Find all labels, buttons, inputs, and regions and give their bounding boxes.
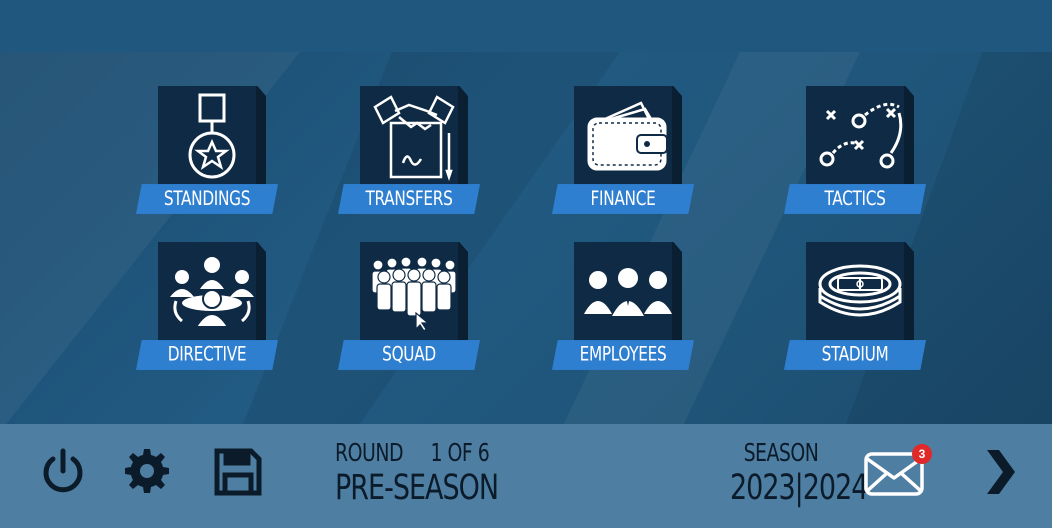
handshake-contract-icon <box>368 92 460 182</box>
gear-icon[interactable] <box>122 446 172 496</box>
tile-label: STADIUM <box>784 340 926 370</box>
season-years: 2023|2024 <box>730 468 868 509</box>
tactics-board-icon <box>814 92 906 182</box>
game-menu-screen: STANDINGS TRANSFERS FINANCE TACTICS DIRE… <box>0 0 1052 528</box>
tile-label: TACTICS <box>784 184 926 214</box>
tile-label: EMPLOYEES <box>552 340 694 370</box>
staff-icon <box>582 248 674 338</box>
menu-tile-employees[interactable]: EMPLOYEES <box>552 242 702 382</box>
season-info: SEASON 2023|2024 <box>730 438 868 508</box>
tile-label: SQUAD <box>338 340 480 370</box>
power-icon[interactable] <box>38 446 88 496</box>
menu-tile-squad[interactable]: SQUAD <box>338 242 488 382</box>
save-icon[interactable] <box>212 446 264 498</box>
menu-tile-finance[interactable]: FINANCE <box>552 86 702 226</box>
wallet-icon <box>582 92 674 182</box>
menu-tile-transfers[interactable]: TRANSFERS <box>338 86 488 226</box>
season-phase: PRE-SEASON <box>335 468 499 509</box>
top-band <box>0 0 1052 52</box>
menu-tile-stadium[interactable]: STADIUM <box>784 242 934 382</box>
stadium-icon <box>814 248 906 338</box>
chevron-right-icon[interactable] <box>978 446 1022 498</box>
menu-tile-directive[interactable]: DIRECTIVE <box>136 242 286 382</box>
tile-label: STANDINGS <box>136 184 278 214</box>
tile-label: DIRECTIVE <box>136 340 278 370</box>
round-value: 1 OF 6 <box>430 438 490 467</box>
round-info: ROUND 1 OF 6 PRE-SEASON <box>335 438 499 508</box>
season-label: SEASON <box>743 438 819 467</box>
crowd-icon <box>368 248 460 338</box>
menu-tile-tactics[interactable]: TACTICS <box>784 86 934 226</box>
round-label: ROUND <box>335 438 404 467</box>
meeting-table-icon <box>166 248 258 338</box>
tile-label: FINANCE <box>552 184 694 214</box>
medal-icon <box>166 92 258 182</box>
mail-count-badge: 3 <box>912 444 932 464</box>
tile-label: TRANSFERS <box>338 184 480 214</box>
menu-tile-standings[interactable]: STANDINGS <box>136 86 286 226</box>
